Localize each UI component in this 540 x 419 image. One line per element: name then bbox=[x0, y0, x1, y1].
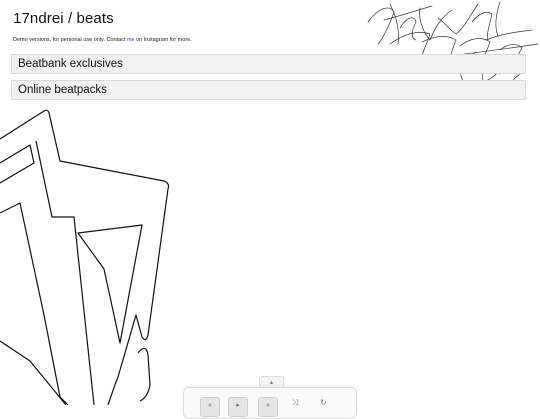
subtitle-text-after: on Instagram for more. bbox=[136, 37, 192, 43]
subtitle-text-before: Demo versions, for personal use only. Co… bbox=[13, 37, 126, 43]
section-online-beatpacks[interactable]: Online beatpacks bbox=[11, 80, 526, 100]
repeat-icon[interactable]: ↻ bbox=[320, 398, 327, 407]
signature-logo bbox=[361, 1, 539, 87]
previous-track-button[interactable]: « bbox=[200, 397, 220, 417]
next-track-button[interactable]: » bbox=[258, 397, 278, 417]
audio-player-bar: « ▸ » ⤨ ↻ bbox=[183, 387, 357, 419]
play-button[interactable]: ▸ bbox=[228, 397, 248, 417]
page-subtitle: Demo versions, for personal use only. Co… bbox=[13, 37, 192, 43]
page-title: 17ndrei / beats bbox=[13, 10, 114, 27]
contact-link[interactable]: me bbox=[127, 37, 135, 43]
graffiti-tag-art bbox=[0, 109, 170, 405]
section-beatbank-exclusives[interactable]: Beatbank exclusives bbox=[11, 54, 526, 74]
shuffle-icon[interactable]: ⤨ bbox=[292, 398, 298, 408]
